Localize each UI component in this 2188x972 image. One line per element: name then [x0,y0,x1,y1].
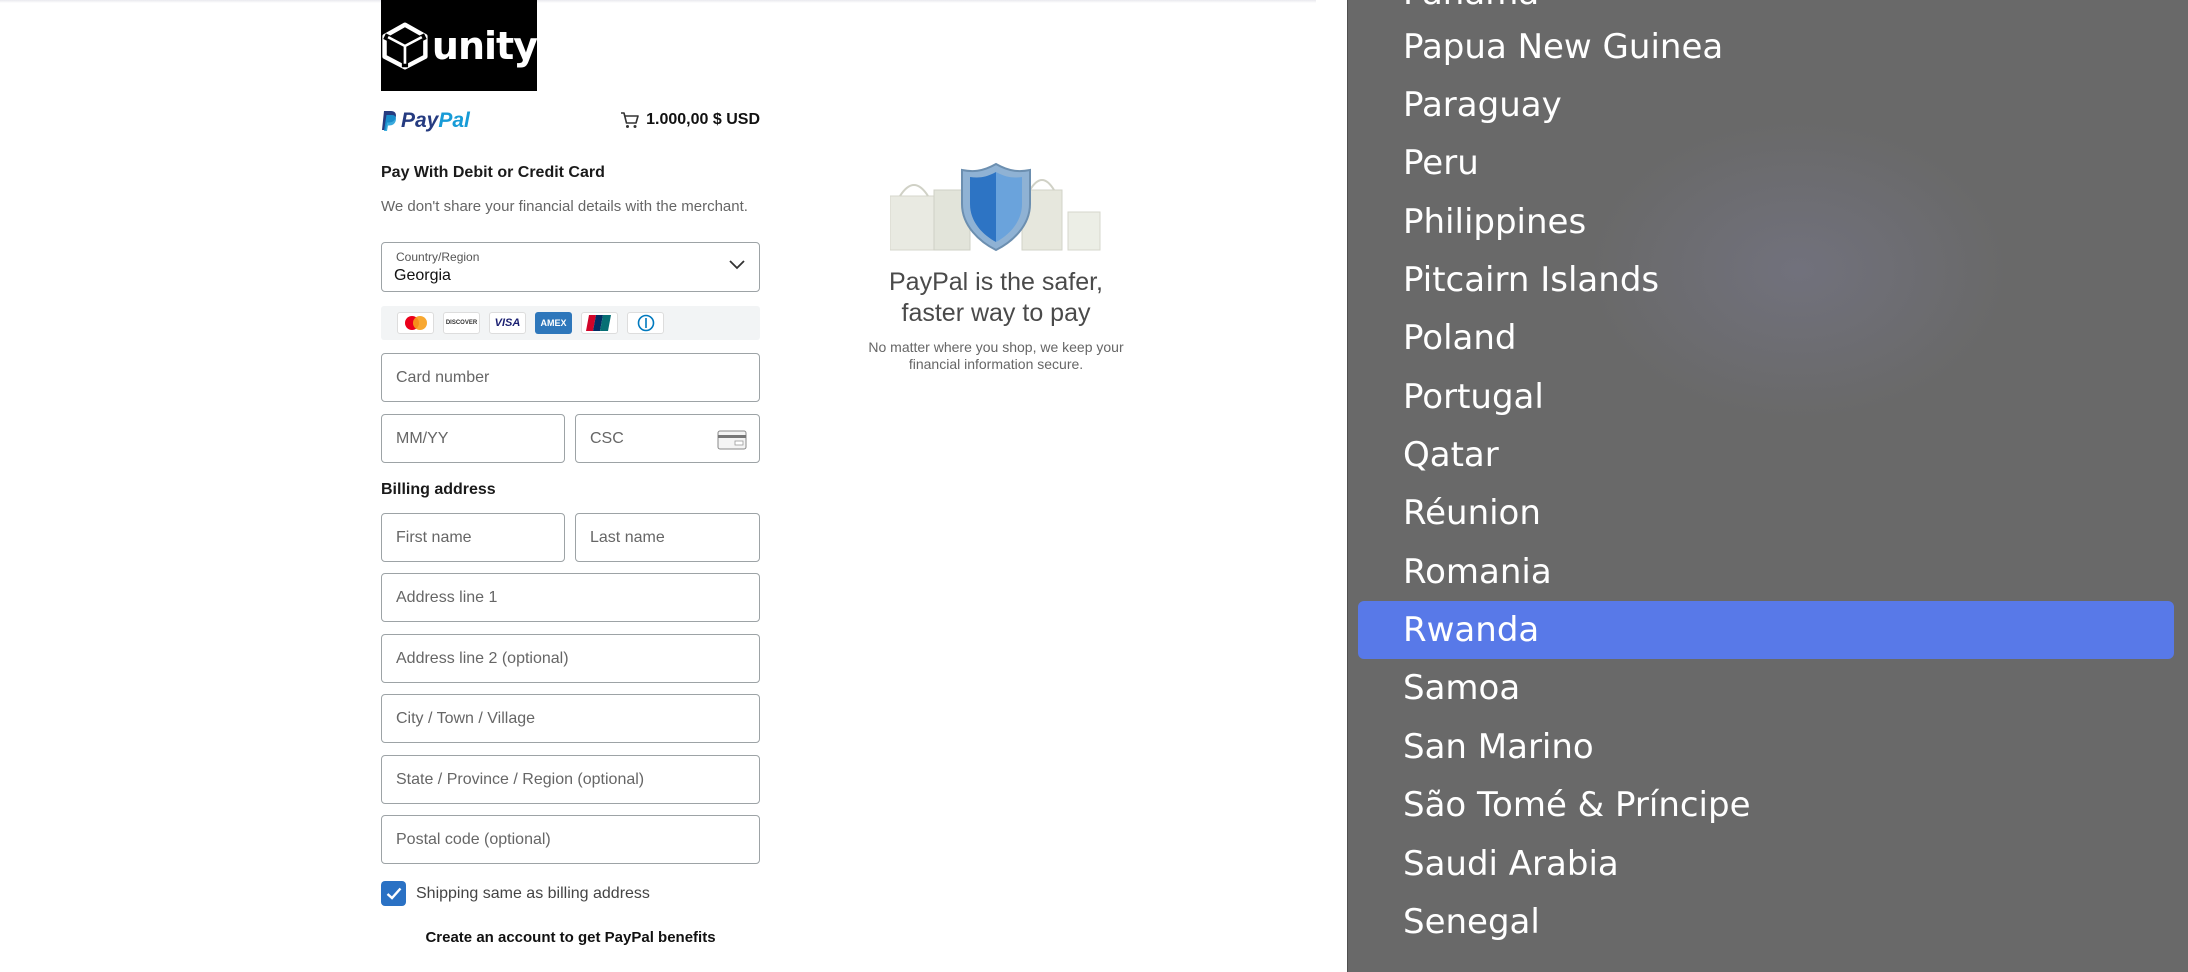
paypal-word-pay: Pay [401,109,439,132]
expiry-placeholder: MM/YY [396,429,449,447]
dropdown-option[interactable]: Qatar [1358,426,2174,484]
checkmark-icon [386,887,401,900]
dropdown-option[interactable]: Samoa [1358,659,2174,717]
csc-input[interactable]: CSC [575,414,760,463]
cart-icon [621,111,639,128]
paypal-word-pal: Pal [438,109,470,132]
form-heading: Pay With Debit or Credit Card [381,164,605,181]
dropdown-option[interactable]: Peru [1358,134,2174,192]
state-input[interactable]: State / Province / Region (optional) [381,755,760,804]
csc-placeholder: CSC [590,429,624,447]
state-placeholder: State / Province / Region (optional) [396,770,645,788]
mastercard-icon [397,312,434,334]
promo-title: PayPal is the safer, faster way to pay [888,268,1103,327]
country-select-value: Georgia [394,267,451,284]
create-account-heading: Create an account to get PayPal benefits [425,929,716,946]
last-name-input[interactable]: Last name [575,513,760,562]
city-placeholder: City / Town / Village [396,709,536,727]
unity-cube-icon [382,21,428,70]
dropdown-option[interactable]: Philippines [1358,193,2174,251]
amex-icon: AMEX [535,312,572,334]
dropdown-option[interactable]: Paraguay [1358,76,2174,134]
dropdown-option[interactable]: Pitcairn Islands [1358,251,2174,309]
paypal-p-icon [382,111,397,131]
dropdown-option[interactable]: Romania [1358,543,2174,601]
paypal-header: PayPal 1.000,00 $ USD [381,107,760,137]
unity-logo: unity [381,0,538,91]
address-line1-input[interactable]: Address line 1 [381,573,760,622]
privacy-note: We don't share your financial details wi… [381,198,748,215]
address-line2-placeholder: Address line 2 (optional) [396,649,569,667]
last-name-placeholder: Last name [590,528,665,546]
paypal-checkout-page: unity PayPal 1.000,00 $ USD Pay With Deb… [0,0,1316,972]
dropdown-option[interactable]: São Tomé & Príncipe [1358,776,2174,834]
promo-description: No matter where you shop, we keep your f… [868,339,1124,372]
card-number-placeholder: Card number [396,368,490,386]
shipping-same-label[interactable]: Shipping same as billing address [416,885,650,903]
country-select[interactable]: Country/Region Georgia [381,242,760,292]
cart-summary[interactable]: 1.000,00 $ USD [620,111,760,129]
address-line1-placeholder: Address line 1 [396,588,498,606]
expiry-input[interactable]: MM/YY [381,414,565,463]
paypal-wordmark: PayPal [401,109,470,133]
security-shield-illustration [890,162,1101,252]
country-select-label: Country/Region [396,250,480,264]
paypal-promo: PayPal is the safer, faster way to pay N… [860,160,1132,373]
paypal-logo: PayPal [381,109,470,133]
discover-text: DISCOVER [445,320,478,326]
card-number-input[interactable]: Card number [381,353,760,402]
card-back-icon [717,430,747,450]
dropdown-option[interactable]: Poland [1358,309,2174,367]
dropdown-option[interactable]: Saudi Arabia [1358,835,2174,893]
amex-text: AMEX [540,318,567,328]
first-name-input[interactable]: First name [381,513,565,562]
diners-club-icon [627,312,664,334]
address-line2-input[interactable]: Address line 2 (optional) [381,634,760,683]
unionpay-icon [581,312,618,334]
accepted-cards: DISCOVER VISA AMEX [381,306,760,340]
dropdown-option[interactable]: Papua New Guinea [1358,18,2174,76]
dropdown-option[interactable]: Senegal [1358,893,2174,951]
first-name-placeholder: First name [396,528,472,546]
dropdown-option-selected[interactable]: Rwanda [1358,601,2174,659]
dropdown-option[interactable]: San Marino [1358,718,2174,776]
cart-total: 1.000,00 $ USD [646,111,760,128]
billing-address-label: Billing address [381,481,496,498]
city-input[interactable]: City / Town / Village [381,694,760,743]
dropdown-option[interactable]: Réunion [1358,484,2174,542]
postal-code-placeholder: Postal code (optional) [396,830,551,848]
chevron-down-icon [729,260,745,270]
country-dropdown-list[interactable]: Panama Papua New Guinea Paraguay Peru Ph… [1347,0,2188,972]
visa-text: VISA [494,317,521,329]
postal-code-input[interactable]: Postal code (optional) [381,815,760,864]
visa-icon: VISA [489,312,526,334]
unity-logo-text: unity [431,23,538,68]
page-top-border [0,0,1316,3]
dropdown-option[interactable]: Portugal [1358,368,2174,426]
shipping-same-checkbox[interactable] [381,881,406,906]
discover-icon: DISCOVER [443,312,480,334]
